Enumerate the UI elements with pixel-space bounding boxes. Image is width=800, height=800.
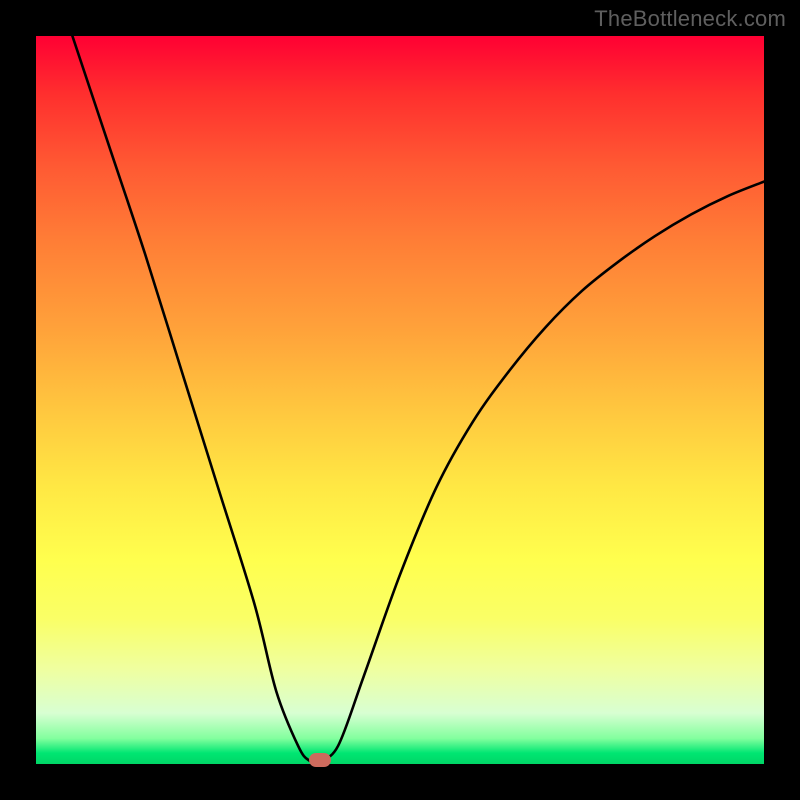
- chart-stage: TheBottleneck.com: [0, 0, 800, 800]
- optimal-point-marker: [309, 753, 331, 767]
- watermark-text: TheBottleneck.com: [594, 6, 786, 32]
- plot-area: [36, 36, 764, 764]
- bottleneck-curve: [36, 36, 764, 764]
